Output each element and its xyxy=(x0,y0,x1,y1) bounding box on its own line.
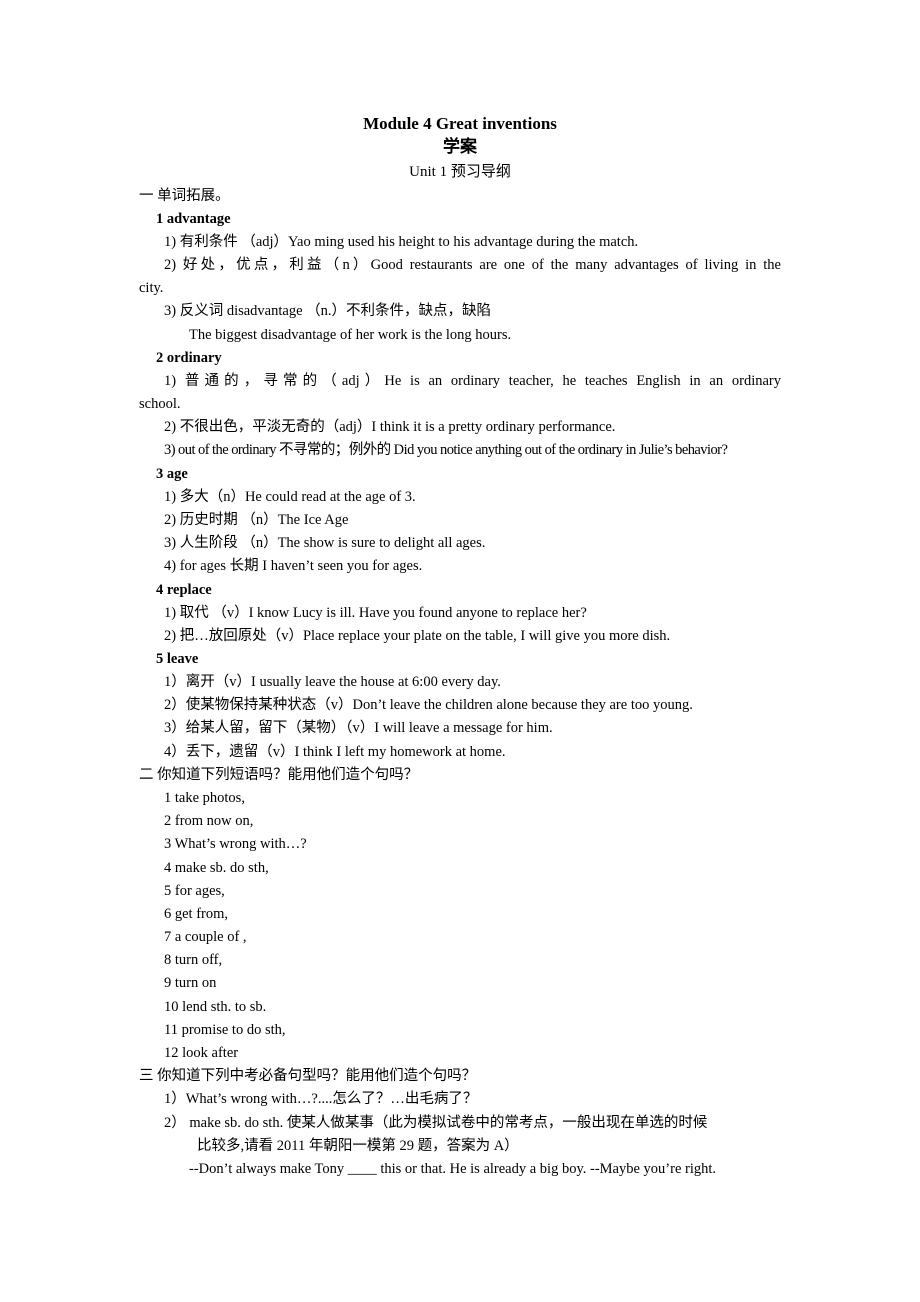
definition-line: 2）使某物保持某种状态（v）Don’t leave the children a… xyxy=(164,697,693,713)
word-title-advantage: 1 advantage xyxy=(156,211,231,227)
section-3-heading: 三 你知道下列中考必备句型吗？能用他们造个句吗？ xyxy=(139,1068,477,1084)
word-title-replace: 4 replace xyxy=(156,582,212,598)
phrase-item: 9 turn on xyxy=(164,975,217,991)
document-subtitle: 学案 xyxy=(443,137,477,156)
definition-line: 4）丢下，遗留（v）I think I left my homework at … xyxy=(164,744,506,760)
definition-line: 1) 有利条件 （adj）Yao ming used his height to… xyxy=(164,234,639,250)
definition-line: 1) 取代 （v）I know Lucy is ill. Have you fo… xyxy=(164,605,587,621)
definition-line: 3) 人生阶段 （n）The show is sure to delight a… xyxy=(164,535,486,551)
section-1-heading: 一 单词拓展。 xyxy=(139,188,230,204)
sentence-pattern-item: 2） make sb. do sth. 使某人做某事（此为模拟试卷中的常考点，一… xyxy=(164,1115,708,1131)
word-title-age: 3 age xyxy=(156,466,188,482)
definition-line: 3) 反义词 disadvantage （n.）不利条件，缺点，缺陷 xyxy=(164,303,492,319)
phrase-item: 5 for ages, xyxy=(164,883,225,899)
definition-line: 2) 好处，优点，利益（n）Good restaurants are one o… xyxy=(164,257,781,273)
sentence-pattern-note: 比较多,请看 2011 年朝阳一模第 29 题，答案为 A） xyxy=(197,1138,519,1154)
document-title: Module 4 Great inventions xyxy=(363,114,557,133)
phrase-item: 3 What’s wrong with…? xyxy=(164,836,307,852)
example-sentence: The biggest disadvantage of her work is … xyxy=(189,327,512,343)
phrase-item: 12 look after xyxy=(164,1045,239,1061)
phrase-item: 8 turn off, xyxy=(164,952,223,968)
phrase-item: 4 make sb. do sth, xyxy=(164,860,269,876)
word-title-ordinary: 2 ordinary xyxy=(156,350,222,366)
unit-heading: Unit 1 预习导纲 xyxy=(409,164,511,180)
sentence-pattern-item: 1）What’s wrong with…?....怎么了？…出毛病了？ xyxy=(164,1091,478,1107)
section-2-heading: 二 你知道下列短语吗？能用他们造个句吗？ xyxy=(139,767,419,783)
definition-line: 2) 历史时期 （n）The Ice Age xyxy=(164,512,349,528)
phrase-item: 2 from now on, xyxy=(164,813,254,829)
phrase-item: 11 promise to do sth, xyxy=(164,1022,286,1038)
definition-line: 2) 不很出色，平淡无奇的（adj）I think it is a pretty… xyxy=(164,419,616,435)
definition-line: 3) out of the ordinary 不寻常的；例外的 Did you … xyxy=(164,442,728,458)
phrase-item: 6 get from, xyxy=(164,906,229,922)
word-title-leave: 5 leave xyxy=(156,651,199,667)
phrase-item: 7 a couple of , xyxy=(164,929,247,945)
example-sentence: --Don’t always make Tony ____ this or th… xyxy=(189,1161,717,1177)
definition-line: 4) for ages 长期 I haven’t seen you for ag… xyxy=(164,558,423,574)
definition-line-continued: school. xyxy=(139,396,181,412)
phrase-item: 1 take photos, xyxy=(164,790,245,806)
definition-line: 2) 把…放回原处（v）Place replace your plate on … xyxy=(164,628,671,644)
definition-line-continued: city. xyxy=(139,280,164,296)
phrase-item: 10 lend sth. to sb. xyxy=(164,999,267,1015)
document-page: Module 4 Great inventions 学案 Unit 1 预习导纲… xyxy=(0,0,920,1302)
definition-line: 1）离开（v）I usually leave the house at 6:00… xyxy=(164,674,501,690)
definition-line: 1) 普通的，寻常的（adj）He is an ordinary teacher… xyxy=(164,373,781,389)
definition-line: 3）给某人留，留下（某物）（v）I will leave a message f… xyxy=(164,720,553,736)
definition-line: 1) 多大（n）He could read at the age of 3. xyxy=(164,489,416,505)
